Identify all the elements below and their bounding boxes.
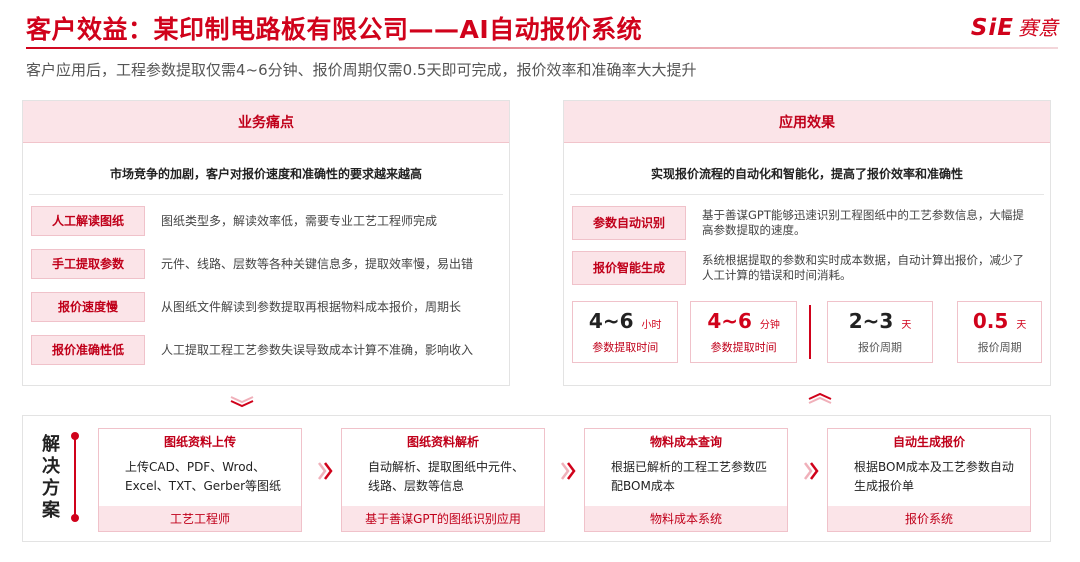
step-body: 根据已解析的工程工艺参数匹配BOM成本 (611, 460, 768, 493)
divider (570, 194, 1044, 195)
chevron-up-icon (808, 392, 832, 404)
step-body: 上传CAD、PDF、Wrod、Excel、TXT、Gerber等图纸 (125, 460, 282, 493)
metric-unit: 分钟 (759, 320, 780, 331)
step-title: 图纸资料上传 (163, 435, 236, 449)
metric-value: 4~6 (707, 309, 752, 333)
metric-card: 4~6 分钟 参数提取时间 (690, 301, 797, 363)
solution-label-char: 解 (42, 434, 60, 455)
effects-list: 参数自动识别 基于善谋GPT能够迅速识别工程图纸中的工艺参数信息，大幅提高参数提… (564, 200, 1050, 290)
step-title: 图纸资料解析 (406, 435, 479, 449)
metric-value: 2~3 (848, 309, 894, 333)
step-body: 自动解析、提取图纸中元件、线路、层数等信息 (368, 460, 525, 493)
pain-point-text: 图纸类型多，解读效率低，需要专业工艺工程师完成 (161, 214, 438, 228)
pain-points-list: 人工解读图纸 图纸类型多，解读效率低，需要专业工艺工程师完成 手工提取参数 元件… (23, 199, 509, 371)
effect-item: 报价智能生成 系统根据提取的参数和实时成本数据，自动计算出报价，减少了人工计算的… (572, 245, 1042, 290)
effect-text: 系统根据提取的参数和实时成本数据，自动计算出报价，减少了人工计算的错误和时间消耗… (702, 252, 1024, 282)
pain-point-item: 手工提取参数 元件、线路、层数等各种关键信息多，提取效率慢，易出错 (31, 242, 501, 285)
metric-card: 2~3 天 报价周期 (826, 301, 934, 363)
page-title: 客户效益：某印制电路板有限公司——AI自动报价系统 (26, 15, 643, 44)
pain-points-description: 市场竞争的加剧，客户对报价速度和准确性的要求越来越高 (109, 167, 422, 181)
pain-point-item: 人工解读图纸 图纸类型多，解读效率低，需要专业工艺工程师完成 (31, 199, 501, 242)
effects-heading: 应用效果 (564, 101, 1050, 143)
step-title: 自动生成报价 (892, 435, 965, 449)
chevron-down-icon (230, 396, 254, 408)
step-body: 根据BOM成本及工艺参数自动生成报价单 (854, 460, 1014, 493)
logo-mark: SiE (970, 15, 1014, 41)
timeline-dot (71, 432, 79, 440)
pain-point-tag: 手工提取参数 (31, 248, 145, 279)
metric-card: 4~6 小时 参数提取时间 (572, 301, 679, 363)
step-footer: 基于善谋GPT的图纸识别应用 (342, 506, 544, 531)
pain-point-item: 报价准确性低 人工提取工程工艺参数失误导致成本计算不准确，影响收入 (31, 328, 501, 371)
metric-label: 参数提取时间 (592, 341, 659, 354)
solution-label-char: 方 (42, 478, 60, 499)
solution-label: 解 决 方 案 (39, 434, 63, 522)
pain-point-text: 人工提取工程工艺参数失误导致成本计算不准确，影响收入 (161, 343, 474, 357)
metrics-row: 4~6 小时 参数提取时间 4~6 分钟 参数提取时间 2~3 天 报价周期 0… (572, 301, 1042, 363)
double-chevron-right-icon (804, 462, 819, 480)
metric-label: 报价周期 (858, 341, 903, 354)
solution-panel: 解 决 方 案 图纸资料上传 上传CAD、PDF、Wrod、Excel、TXT、… (22, 415, 1051, 542)
metric-unit: 天 (1016, 320, 1027, 331)
timeline-dot (71, 514, 79, 522)
solution-step-upload: 图纸资料上传 上传CAD、PDF、Wrod、Excel、TXT、Gerber等图… (98, 428, 302, 532)
metric-unit: 天 (901, 320, 912, 331)
pain-point-item: 报价速度慢 从图纸文件解读到参数提取再根据物料成本报价，周期长 (31, 285, 501, 328)
solution-step-cost-query: 物料成本查询 根据已解析的工程工艺参数匹配BOM成本 物料成本系统 (584, 428, 788, 532)
metric-separator (808, 305, 811, 359)
divider (29, 194, 503, 195)
step-footer: 物料成本系统 (585, 506, 787, 531)
metric-value: 0.5 (972, 309, 1009, 333)
solution-label-char: 案 (42, 500, 60, 521)
double-chevron-right-icon (561, 462, 576, 480)
metric-value: 4~6 (588, 309, 634, 333)
page-subtitle: 客户应用后，工程参数提取仅需4~6分钟、报价周期仅需0.5天即可完成，报价效率和… (26, 61, 697, 79)
solution-step-parse: 图纸资料解析 自动解析、提取图纸中元件、线路、层数等信息 基于善谋GPT的图纸识… (341, 428, 545, 532)
effects-description: 实现报价流程的自动化和智能化，提高了报价效率和准确性 (650, 167, 963, 181)
pain-point-tag: 报价准确性低 (31, 334, 145, 365)
solution-step-quote: 自动生成报价 根据BOM成本及工艺参数自动生成报价单 报价系统 (827, 428, 1031, 532)
pain-points-heading: 业务痛点 (23, 101, 509, 143)
step-footer: 报价系统 (828, 506, 1030, 531)
logo-text: 赛意 (1018, 16, 1058, 40)
effects-panel: 应用效果 实现报价流程的自动化和智能化，提高了报价效率和准确性 参数自动识别 基… (563, 100, 1051, 386)
effect-tag: 报价智能生成 (572, 250, 686, 285)
step-footer: 工艺工程师 (99, 506, 301, 531)
pain-point-text: 元件、线路、层数等各种关键信息多，提取效率慢，易出错 (161, 257, 474, 271)
solution-label-char: 决 (42, 456, 60, 477)
effect-tag: 参数自动识别 (572, 205, 686, 240)
metric-label: 参数提取时间 (710, 341, 777, 354)
effect-item: 参数自动识别 基于善谋GPT能够迅速识别工程图纸中的工艺参数信息，大幅提高参数提… (572, 200, 1042, 245)
pain-point-tag: 人工解读图纸 (31, 205, 145, 236)
brand-logo: SiE 赛意 (971, 12, 1058, 41)
pain-points-panel: 业务痛点 市场竞争的加剧，客户对报价速度和准确性的要求越来越高 人工解读图纸 图… (22, 100, 510, 386)
metric-unit: 小时 (641, 320, 662, 331)
metric-card: 0.5 天 报价周期 (957, 301, 1042, 363)
step-title: 物料成本查询 (649, 435, 722, 449)
pain-point-text: 从图纸文件解读到参数提取再根据物料成本报价，周期长 (161, 300, 462, 314)
metric-label: 报价周期 (977, 341, 1022, 354)
double-chevron-right-icon (318, 462, 333, 480)
pain-point-tag: 报价速度慢 (31, 291, 145, 322)
title-divider (26, 47, 1058, 49)
effect-text: 基于善谋GPT能够迅速识别工程图纸中的工艺参数信息，大幅提高参数提取的速度。 (702, 207, 1024, 237)
solution-timeline-line (74, 436, 76, 518)
